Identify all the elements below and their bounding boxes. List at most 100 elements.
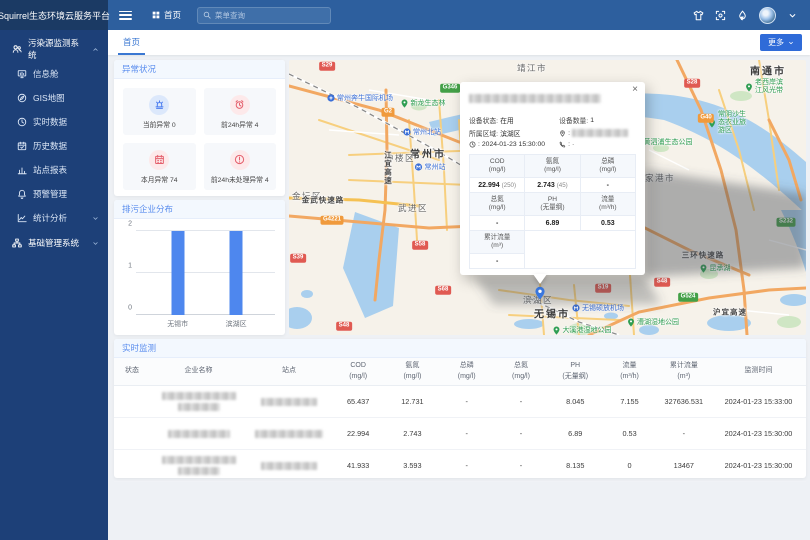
menu-collapse-icon[interactable] [119, 11, 132, 20]
map-poi-昆承湖: 昆承湖 [700, 263, 731, 273]
caret-down-icon [92, 240, 99, 247]
abnormal-card-0[interactable]: 当前异常 0 [123, 88, 196, 135]
monitor-time: 2024-01-23 15:30:00 [725, 429, 793, 438]
menu-search-input[interactable]: 菜单查询 [197, 7, 331, 24]
column-header-COD: COD(mg/l) [331, 361, 385, 381]
metric-header: COD(mg/l) [470, 155, 525, 178]
more-button[interactable]: 更多 [760, 34, 802, 51]
metric-header: 总磷(mg/l) [581, 155, 636, 178]
road-badge-S39: S39 [290, 254, 306, 263]
road-badge-G40: G40 [698, 114, 714, 123]
metro-station-icon [403, 128, 411, 136]
user-avatar[interactable] [759, 7, 776, 24]
abnormal-card-label: 前24h异常 4 [221, 119, 258, 129]
x-tick-label: 滨湖区 [226, 319, 247, 329]
table-panel-title: 实时监测 [114, 339, 806, 358]
map-poi-漕湖湿地公园: 漕湖湿地公园 [627, 317, 679, 327]
metric-header: 总氮(mg/l) [470, 193, 525, 216]
abnormal-status-panel: 异常状况 当前异常 0 前24h异常 4 本月异常 74 前24h未处理异常 4 [114, 60, 285, 196]
home-link[interactable]: 首页 [152, 9, 181, 21]
sidebar-item-6[interactable]: 统计分析 [0, 206, 108, 230]
road-badge-S58: S58 [412, 241, 428, 250]
sidebar-group-pollution-monitor[interactable]: 污染源监测系统 [0, 36, 108, 62]
sidebar-group-base-admin[interactable]: 基础管理系统 [0, 230, 108, 256]
road-badge-S28: S28 [684, 79, 700, 88]
caret-down-icon[interactable] [787, 10, 798, 21]
metric-header: 累计流量(m³) [470, 231, 525, 254]
map-poi-常州奔牛国际机场: 常州奔牛国际机场 [327, 93, 393, 103]
screenshot-icon[interactable] [715, 10, 726, 21]
sidebar-item-3[interactable]: 历史数据 [0, 134, 108, 158]
road-badge-S48: S48 [654, 278, 670, 287]
column-header-氨氮: 氨氮(mg/l) [385, 361, 439, 381]
tab-home[interactable]: 首页 [118, 30, 145, 55]
gridline [136, 230, 275, 231]
flame-icon[interactable] [737, 10, 748, 21]
metric-cell: - [465, 397, 467, 406]
abnormal-card-1[interactable]: 前24h异常 4 [204, 88, 277, 135]
metro-station-icon [415, 163, 423, 171]
metric-empty-area [525, 231, 636, 269]
chart-panel-title: 排污企业分布 [114, 200, 285, 219]
sidebar-item-4[interactable]: 站点报表 [0, 158, 108, 182]
more-label: 更多 [768, 37, 784, 48]
map-poi-常州北站: 常州北站 [403, 127, 441, 137]
metric-header: PH(无量纲) [525, 193, 580, 216]
monitor-time: 2024-01-23 15:30:00 [725, 461, 793, 470]
alarm-bell-icon [17, 189, 27, 199]
table-row-1[interactable]: 22.9942.743--6.890.53-2024-01-23 15:30:0… [114, 418, 806, 450]
metric-cell: 0 [628, 461, 632, 470]
metric-cell: 7.155 [620, 397, 638, 406]
bar-chart: 012无锡市滨湖区 [118, 223, 281, 333]
abnormal-panel-title: 异常状况 [114, 60, 285, 79]
metric-cell: - [520, 461, 522, 470]
calendar-red-icon [154, 154, 165, 165]
metric-cell: 65.437 [347, 397, 369, 406]
sidebar-item-label: 历史数据 [33, 140, 67, 152]
map-label-靖江市: 靖江市 [517, 62, 547, 74]
metro-station-icon [572, 304, 580, 312]
column-header-企业名称: 企业名称 [150, 366, 247, 376]
abnormal-card-3[interactable]: 前24h未处理异常 4 [204, 143, 277, 190]
park-pin-icon [700, 264, 708, 273]
sidebar-item-label: 信息舱 [33, 68, 59, 80]
road-badge-S232: S232 [776, 218, 795, 227]
sidebar-item-1[interactable]: GIS地图 [0, 86, 108, 110]
table-row-2[interactable]: 41.9333.593--8.1350134672024-01-23 15:30… [114, 450, 806, 482]
topbar: Squirrel生态环境云服务平台 首页 菜单查询 [0, 0, 810, 30]
close-icon[interactable]: × [632, 85, 638, 95]
metric-cell: - [465, 461, 467, 470]
abnormal-card-2[interactable]: 本月异常 74 [123, 143, 196, 190]
phone-icon [559, 141, 566, 148]
theme-shirt-icon[interactable] [693, 10, 704, 21]
abnormal-card-label: 前24h未处理异常 4 [211, 174, 269, 184]
road-badge-S19: S19 [595, 284, 611, 293]
abnormal-card-label: 本月异常 74 [141, 174, 178, 184]
sidebar-item-0[interactable]: 信息舱 [0, 62, 108, 86]
metric-cell: 2.743 [403, 429, 421, 438]
metric-value: - [470, 254, 525, 269]
clock-icon [17, 117, 27, 127]
metric-value: 2.743 (45) [525, 178, 580, 193]
metric-value: 6.89 [525, 216, 580, 231]
popup-field-0: 设备状态:在用 [469, 115, 555, 125]
sidebar-item-5[interactable]: 预警管理 [0, 182, 108, 206]
map-poi-常州站: 常州站 [415, 162, 446, 172]
topbar-main: 首页 菜单查询 [108, 0, 810, 30]
road-badge-S68: S68 [435, 286, 451, 295]
map-label-武进区: 武进区 [398, 202, 428, 214]
station-name-redacted [469, 90, 636, 108]
metric-cell: 12.731 [401, 397, 423, 406]
bar-滨湖区 [230, 231, 243, 315]
metric-cell: 8.135 [566, 461, 584, 470]
search-icon [203, 11, 211, 19]
popup-field-1: 设备数量:1 [559, 115, 636, 125]
map-poi-大溪港湿地公园: 大溪港湿地公园 [553, 325, 612, 335]
sidebar-item-2[interactable]: 实时数据 [0, 110, 108, 134]
table-row-0[interactable]: 65.43712.731--8.0457.155327636.5312024-0… [114, 386, 806, 418]
station-pin-icon[interactable] [534, 286, 546, 300]
popup-field-2: 所属区域:滨湖区 [469, 128, 555, 138]
users-icon [12, 44, 22, 54]
gis-map[interactable]: 常州市无锡市南通市靖江市张家港市金坛区钟楼区武进区滨湖区金武快速路三环快速路沪宜… [289, 60, 806, 335]
column-header-状态: 状态 [114, 366, 150, 376]
